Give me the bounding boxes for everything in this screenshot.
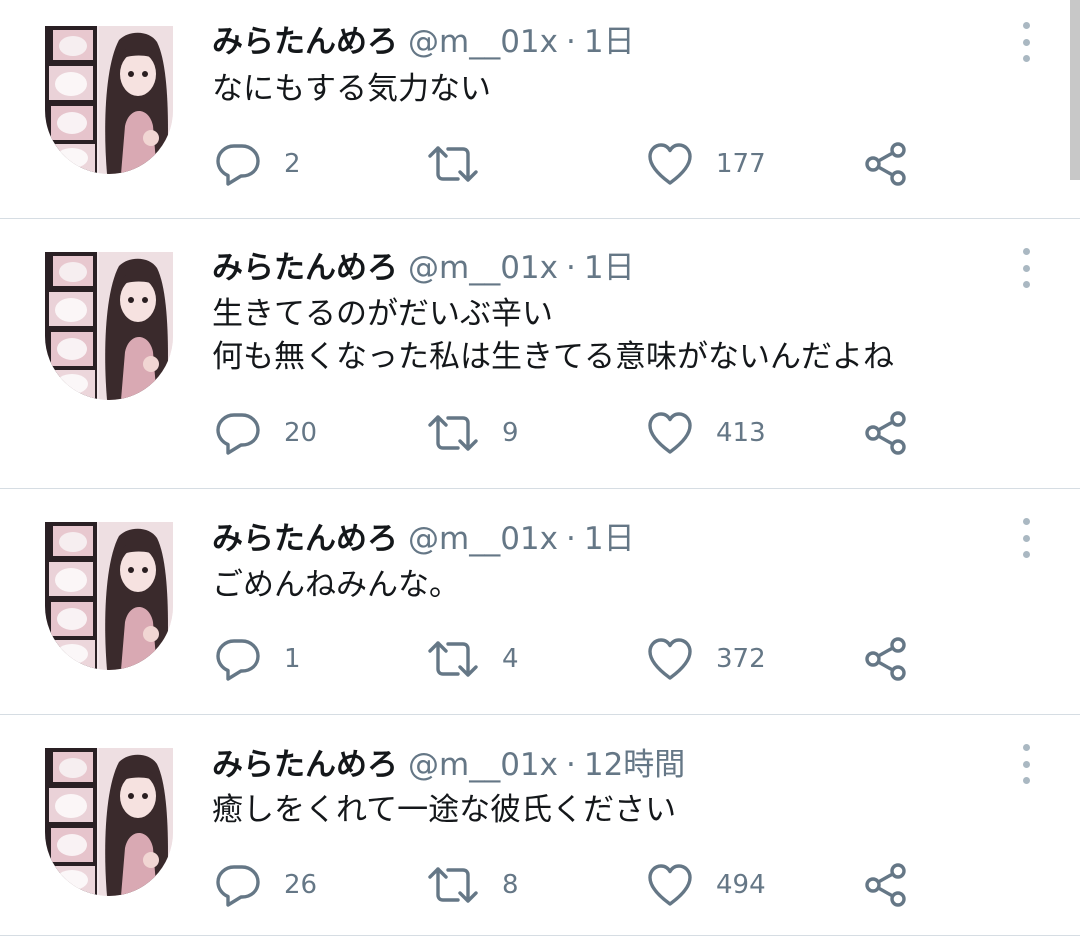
timestamp[interactable]: 12時間	[584, 747, 685, 783]
like-count: 494	[716, 870, 766, 900]
like-icon	[646, 861, 694, 909]
like-count: 372	[716, 644, 766, 674]
more-options-button[interactable]	[1014, 22, 1038, 62]
retweet-button[interactable]: 4	[426, 635, 519, 683]
reply-count: 26	[284, 870, 318, 900]
like-button[interactable]: 494	[646, 861, 766, 909]
share-button[interactable]	[862, 409, 910, 457]
like-icon	[646, 140, 694, 188]
tweet-text: ごめんねみんな。	[212, 567, 460, 603]
retweet-button[interactable]: 9	[426, 409, 519, 457]
timestamp[interactable]: 1日	[584, 250, 635, 286]
share-icon	[862, 409, 910, 457]
tweet-header: みらたんめろ @m__01x · 12時間	[212, 743, 685, 787]
user-handle[interactable]: @m__01x	[408, 24, 558, 60]
timeline: みらたんめろ @m__01x · 1日 なにもする気力ない 2 177 みらたん…	[0, 0, 1080, 936]
retweet-button[interactable]	[426, 140, 506, 188]
share-button[interactable]	[862, 140, 910, 188]
tweet-header: みらたんめろ @m__01x · 1日	[212, 517, 635, 561]
vertical-dots-icon	[1022, 22, 1030, 29]
vertical-dots-icon	[1022, 744, 1030, 751]
reply-icon	[214, 409, 262, 457]
tweet-header: みらたんめろ @m__01x · 1日	[212, 20, 635, 64]
tweet-text: 癒しをくれて一途な彼氏ください	[212, 792, 677, 828]
tweet-actions: 26 8 494	[0, 861, 1080, 909]
retweet-button[interactable]: 8	[426, 861, 519, 909]
reply-count: 20	[284, 418, 318, 448]
display-name[interactable]: みらたんめろ	[212, 521, 398, 557]
separator-dot: ·	[566, 521, 576, 557]
retweet-icon	[426, 409, 480, 457]
like-icon	[646, 635, 694, 683]
reply-count: 1	[284, 644, 301, 674]
vertical-dots-icon	[1022, 518, 1030, 525]
retweet-icon	[426, 635, 480, 683]
share-icon	[862, 861, 910, 909]
retweet-icon	[426, 861, 480, 909]
reply-button[interactable]: 2	[214, 140, 301, 188]
tweet[interactable]: みらたんめろ @m__01x · 1日 生きてるのがだいぶ辛い 何も無くなった私は生き…	[0, 219, 1080, 489]
separator-dot: ·	[566, 24, 576, 60]
tweet[interactable]: みらたんめろ @m__01x · 12時間 癒しをくれて一途な彼氏ください 26 8 …	[0, 715, 1080, 936]
share-button[interactable]	[862, 861, 910, 909]
user-handle[interactable]: @m__01x	[408, 250, 558, 286]
display-name[interactable]: みらたんめろ	[212, 250, 398, 286]
user-handle[interactable]: @m__01x	[408, 747, 558, 783]
share-icon	[862, 635, 910, 683]
reply-button[interactable]: 20	[214, 409, 317, 457]
retweet-count: 8	[502, 870, 519, 900]
tweet[interactable]: みらたんめろ @m__01x · 1日 なにもする気力ない 2 177	[0, 0, 1080, 219]
tweet-actions: 20 9 413	[0, 409, 1080, 457]
tweet[interactable]: みらたんめろ @m__01x · 1日 ごめんねみんな。 1 4 372	[0, 489, 1080, 715]
share-button[interactable]	[862, 635, 910, 683]
like-count: 413	[716, 418, 766, 448]
retweet-icon	[426, 140, 480, 188]
reply-icon	[214, 635, 262, 683]
more-options-button[interactable]	[1014, 248, 1038, 288]
reply-count: 2	[284, 149, 301, 179]
tweet-actions: 1 4 372	[0, 635, 1080, 683]
display-name[interactable]: みらたんめろ	[212, 747, 398, 783]
tweet-actions: 2 177	[0, 140, 1080, 188]
like-count: 177	[716, 149, 766, 179]
like-button[interactable]: 372	[646, 635, 766, 683]
avatar[interactable]	[45, 252, 173, 400]
scrollbar[interactable]	[1070, 0, 1080, 180]
reply-icon	[214, 140, 262, 188]
tweet-header: みらたんめろ @m__01x · 1日	[212, 246, 635, 290]
separator-dot: ·	[566, 250, 576, 286]
like-button[interactable]: 177	[646, 140, 766, 188]
reply-icon	[214, 861, 262, 909]
like-button[interactable]: 413	[646, 409, 766, 457]
display-name[interactable]: みらたんめろ	[212, 24, 398, 60]
like-icon	[646, 409, 694, 457]
retweet-count: 9	[502, 418, 519, 448]
tweet-text: 生きてるのがだいぶ辛い 何も無くなった私は生きてる意味がないんだよね	[212, 296, 894, 375]
retweet-count: 4	[502, 644, 519, 674]
reply-button[interactable]: 26	[214, 861, 317, 909]
share-icon	[862, 140, 910, 188]
timestamp[interactable]: 1日	[584, 24, 635, 60]
vertical-dots-icon	[1022, 248, 1030, 255]
reply-button[interactable]: 1	[214, 635, 301, 683]
timestamp[interactable]: 1日	[584, 521, 635, 557]
tweet-text: なにもする気力ない	[212, 71, 491, 107]
user-handle[interactable]: @m__01x	[408, 521, 558, 557]
more-options-button[interactable]	[1014, 744, 1038, 784]
more-options-button[interactable]	[1014, 518, 1038, 558]
separator-dot: ·	[566, 747, 576, 783]
